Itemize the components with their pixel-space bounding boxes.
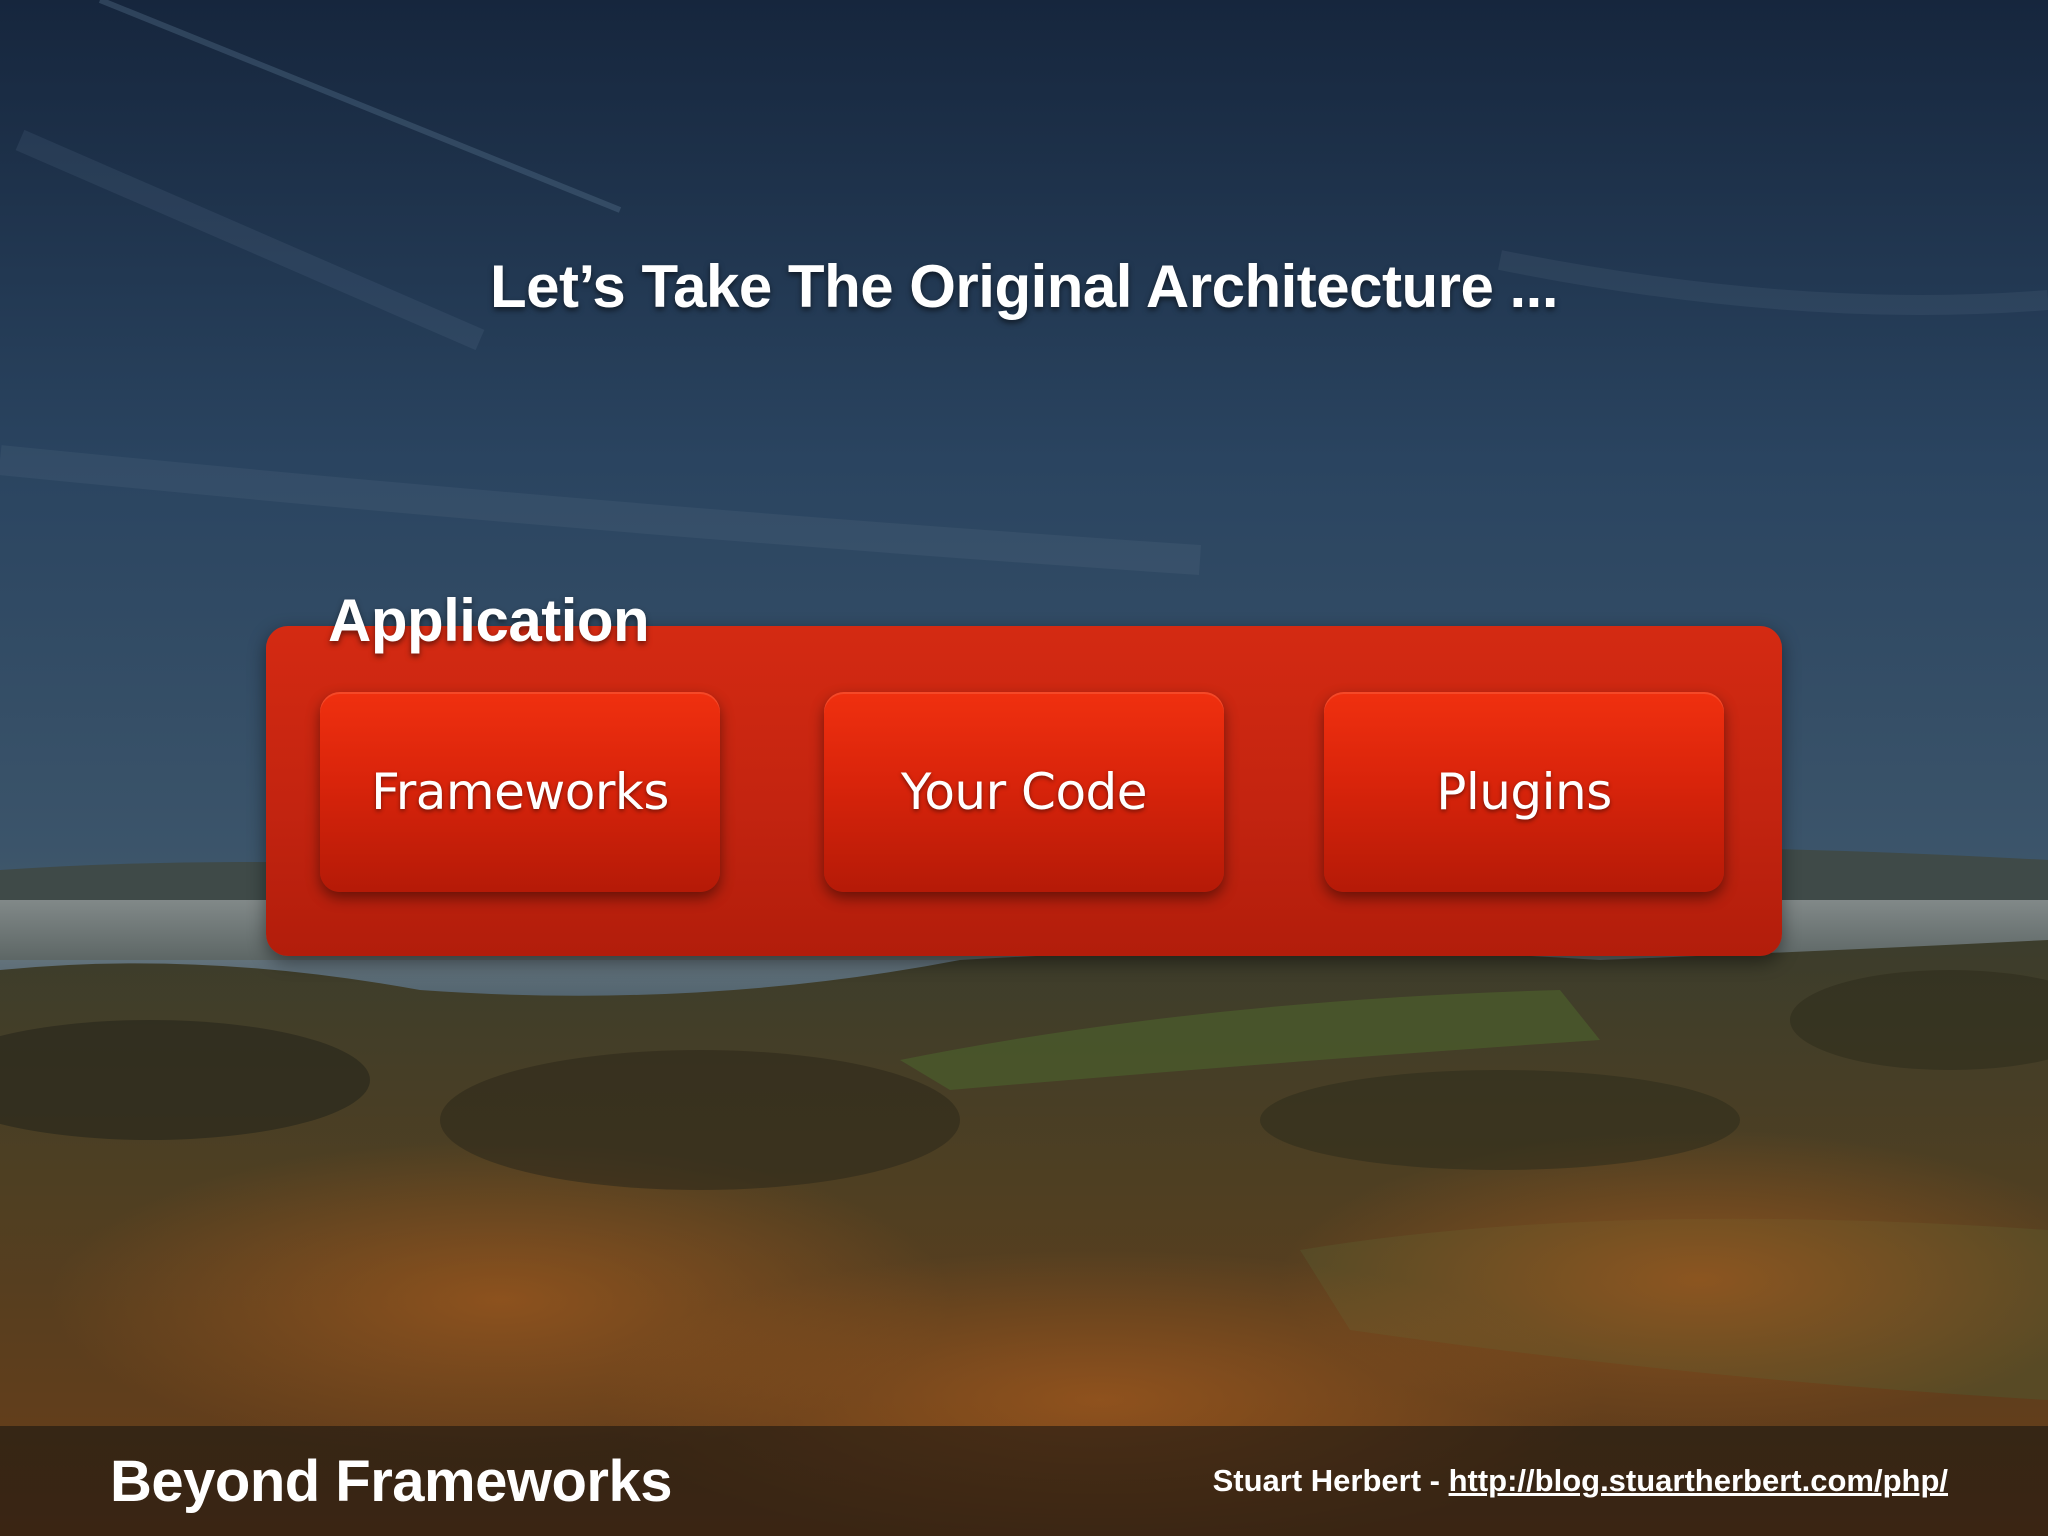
slide-title: Let’s Take The Original Architecture ... bbox=[489, 253, 1559, 320]
author-name: Stuart Herbert - bbox=[1212, 1463, 1440, 1498]
footer-credit: Stuart Herbert - http://blog.stuartherbe… bbox=[1213, 1463, 1948, 1499]
component-label: Your Code bbox=[900, 763, 1148, 821]
component-your-code: Your Code bbox=[824, 692, 1224, 892]
footer-title: Beyond Frameworks bbox=[110, 1449, 673, 1514]
slide: Let’s Take The Original Architecture ...… bbox=[0, 0, 2048, 1536]
component-label: Plugins bbox=[1436, 763, 1612, 821]
component-plugins: Plugins bbox=[1324, 692, 1724, 892]
blog-link[interactable]: http://blog.stuartherbert.com/php/ bbox=[1449, 1463, 1948, 1498]
component-frameworks: Frameworks bbox=[320, 692, 720, 892]
application-label: Application bbox=[328, 587, 650, 654]
component-label: Frameworks bbox=[371, 763, 669, 821]
